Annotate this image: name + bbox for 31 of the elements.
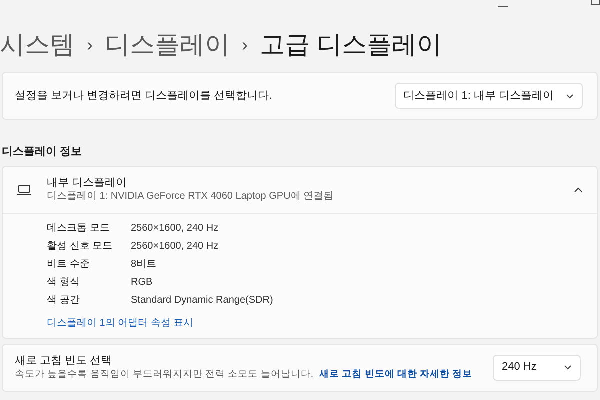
display-connection: 디스플레이 1: NVIDIA GeForce RTX 4060 Laptop GPU에 연결됨 bbox=[47, 190, 335, 203]
maximize-icon[interactable] bbox=[591, 0, 600, 5]
breadcrumb-link[interactable]: 디스플레이 bbox=[105, 32, 230, 58]
property-value: 2560×1600, 240 Hz bbox=[131, 240, 219, 254]
expand-toggle[interactable] bbox=[574, 186, 583, 192]
property-value: 8비트 bbox=[131, 258, 157, 272]
adapter-properties-link[interactable]: 디스플레이 1의 어댑터 속성 표시 bbox=[47, 316, 194, 330]
property-value: RGB bbox=[131, 276, 153, 290]
learn-more-link[interactable]: 새로 고침 빈도에 대한 자세한 정보 bbox=[319, 368, 473, 381]
refresh-rate-dropdown[interactable]: 240 Hz bbox=[493, 354, 581, 380]
property-label: 색 형식 bbox=[47, 276, 81, 290]
breadcrumb-separator: › bbox=[242, 36, 248, 54]
page-title: 고급 디스플레이 bbox=[260, 32, 442, 58]
select-description: 설정을 보거나 변경하려면 디스플레이를 선택합니다. bbox=[15, 88, 272, 104]
chevron-up-icon bbox=[574, 186, 583, 192]
breadcrumb-separator: › bbox=[87, 36, 93, 54]
chevron-down-icon bbox=[564, 365, 572, 370]
chevron-down-icon bbox=[566, 94, 574, 98]
refresh-rate-description: 속도가 높을수록 움직임이 부드러워지지만 전력 소모도 늘어납니다. bbox=[15, 368, 314, 381]
property-label: 데스크톱 모드 bbox=[47, 222, 111, 236]
display-name: 내부 디스플레이 bbox=[47, 176, 128, 190]
display-dropdown[interactable]: 디스플레이 1: 내부 디스플레이 bbox=[394, 83, 583, 109]
laptop-icon bbox=[17, 184, 32, 194]
property-label: 활성 신호 모드 bbox=[47, 240, 114, 254]
property-label: 색 공간 bbox=[47, 294, 81, 308]
property-label: 비트 수준 bbox=[47, 258, 91, 272]
breadcrumb-link[interactable]: 시스템 bbox=[0, 32, 75, 58]
section-title: 디스플레이 정보 bbox=[1, 145, 84, 160]
property-value: Standard Dynamic Range(SDR) bbox=[131, 294, 274, 308]
property-value: 2560×1600, 240 Hz bbox=[131, 222, 219, 236]
refresh-rate-title: 새로 고침 빈도 선택 bbox=[15, 354, 114, 368]
